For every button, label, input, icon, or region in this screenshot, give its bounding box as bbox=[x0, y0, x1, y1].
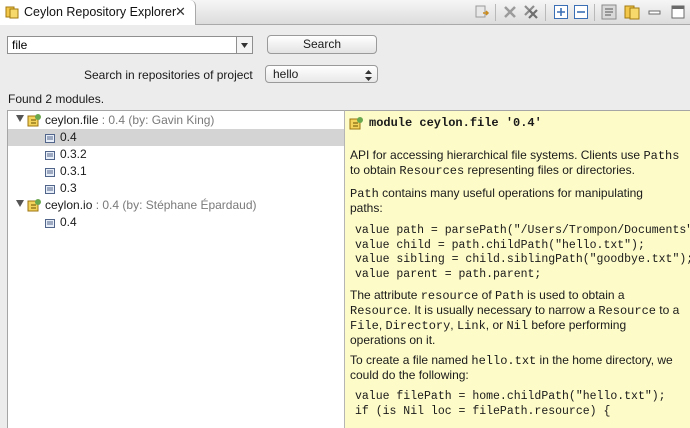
doc-paragraph: Resource. It is usually necessary to nar… bbox=[350, 303, 680, 318]
view-tab[interactable]: Ceylon Repository Explorer ✕ bbox=[0, 0, 196, 25]
module-meta: : 0.4 (by: Gavin King) bbox=[98, 113, 215, 127]
code-line: value child = path.childPath("hello.txt"… bbox=[355, 238, 645, 252]
select-arrows-icon bbox=[365, 69, 372, 85]
expand-all-icon[interactable] bbox=[553, 4, 569, 20]
project-select[interactable]: hello bbox=[265, 65, 378, 83]
version-icon bbox=[45, 183, 55, 194]
module-meta: : 0.4 (by: Stéphane Épardaud) bbox=[92, 198, 257, 212]
toolbar-separator bbox=[594, 4, 595, 21]
doc-title: module ceylon.file '0.4' bbox=[369, 116, 542, 130]
view-title: Ceylon Repository Explorer bbox=[24, 5, 177, 19]
version-label: 0.3 bbox=[60, 181, 77, 195]
module-icon bbox=[27, 198, 42, 213]
remove-icon[interactable] bbox=[502, 4, 518, 20]
version-icon bbox=[45, 166, 55, 177]
expanded-twisty-icon[interactable] bbox=[16, 115, 24, 122]
tree-version-row[interactable]: 0.3 bbox=[8, 180, 344, 197]
chevron-down-icon[interactable] bbox=[236, 37, 252, 53]
show-doc-icon[interactable] bbox=[601, 4, 617, 20]
doc-paragraph: To create a file named hello.txt in the … bbox=[350, 353, 673, 368]
doc-paragraph: paths: bbox=[350, 201, 383, 215]
doc-paragraph: Path contains many useful operations for… bbox=[350, 186, 643, 201]
code-line: if (is Nil loc = filePath.resource) { bbox=[355, 404, 611, 418]
module-icon bbox=[349, 116, 364, 131]
version-label: 0.4 bbox=[60, 215, 77, 229]
search-button[interactable]: Search bbox=[267, 35, 377, 54]
doc-paragraph: to obtain Resources representing files o… bbox=[350, 163, 635, 178]
search-input[interactable] bbox=[8, 37, 236, 53]
version-label: 0.3.2 bbox=[60, 147, 87, 161]
project-select-value: hello bbox=[273, 67, 299, 81]
version-label: 0.4 bbox=[60, 130, 77, 144]
view-tab-bar: Ceylon Repository Explorer ✕ bbox=[0, 0, 690, 25]
tree-version-row-selected[interactable]: 0.4 bbox=[8, 129, 344, 146]
version-icon bbox=[45, 217, 55, 228]
doc-paragraph: File, Directory, Link, or Nil before per… bbox=[350, 318, 627, 333]
repositories-icon[interactable] bbox=[624, 4, 640, 20]
code-line: value parent = path.parent; bbox=[355, 267, 542, 281]
search-combo[interactable] bbox=[7, 36, 253, 54]
status-text: Found 2 modules. bbox=[8, 92, 105, 106]
module-icon bbox=[27, 113, 42, 128]
version-icon bbox=[45, 132, 55, 143]
minimize-icon[interactable] bbox=[647, 4, 663, 20]
collapse-all-icon[interactable] bbox=[573, 4, 589, 20]
tree-version-row[interactable]: 0.3.1 bbox=[8, 163, 344, 180]
tree-module-row[interactable]: ceylon.io : 0.4 (by: Stéphane Épardaud) bbox=[8, 197, 344, 214]
code-line: value path = parsePath("/Users/Trompon/D… bbox=[355, 224, 690, 237]
project-label: Search in repositories of project bbox=[84, 68, 253, 82]
close-icon[interactable]: ✕ bbox=[175, 4, 186, 20]
tree-version-row[interactable]: 0.4 bbox=[8, 214, 344, 231]
module-name: ceylon.io bbox=[45, 198, 93, 212]
tree-version-row[interactable]: 0.3.2 bbox=[8, 146, 344, 163]
expanded-twisty-icon[interactable] bbox=[16, 200, 24, 207]
toolbar-separator bbox=[495, 4, 496, 21]
maximize-icon[interactable] bbox=[670, 4, 686, 20]
link-with-editor-icon[interactable] bbox=[474, 4, 490, 20]
repository-explorer-icon bbox=[5, 5, 19, 19]
doc-paragraph: could do the following: bbox=[350, 368, 469, 382]
doc-paragraph: operations on it. bbox=[350, 333, 436, 347]
toolbar-separator bbox=[545, 4, 546, 21]
code-line: value filePath = home.childPath("hello.t… bbox=[355, 390, 666, 403]
remove-all-icon[interactable] bbox=[523, 4, 539, 20]
version-icon bbox=[45, 149, 55, 160]
doc-pane: module ceylon.file '0.4' API for accessi… bbox=[344, 110, 690, 428]
code-line: value sibling = child.siblingPath("goodb… bbox=[355, 253, 690, 266]
doc-paragraph: API for accessing hierarchical file syst… bbox=[350, 148, 680, 163]
tree-module-row[interactable]: ceylon.file : 0.4 (by: Gavin King) bbox=[8, 112, 344, 129]
module-name: ceylon.file bbox=[45, 113, 99, 127]
version-label: 0.3.1 bbox=[60, 164, 87, 178]
module-tree[interactable]: ceylon.file : 0.4 (by: Gavin King) 0.4 0… bbox=[7, 110, 344, 428]
doc-paragraph: The attribute resource of Path is used t… bbox=[350, 288, 625, 303]
